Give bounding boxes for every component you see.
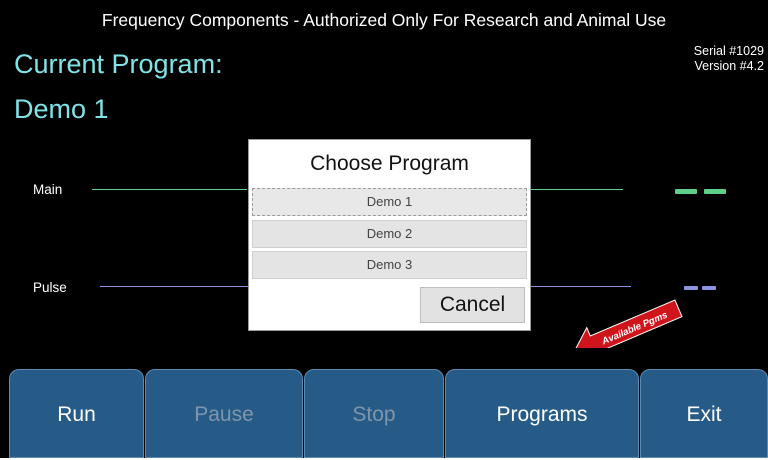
pause-button[interactable]: Pause <box>145 369 303 458</box>
choose-program-dialog: Choose Program Demo 1 Demo 2 Demo 3 Canc… <box>248 139 531 331</box>
device-info: Serial #1029 Version #4.2 <box>694 44 764 74</box>
pulse-line-left <box>100 286 248 287</box>
program-option-demo-1[interactable]: Demo 1 <box>252 188 527 216</box>
main-indicator-dash <box>675 189 697 194</box>
pulse-line-right <box>531 286 631 287</box>
version-number: Version #4.2 <box>694 59 765 73</box>
run-button[interactable]: Run <box>9 369 144 458</box>
stop-button[interactable]: Stop <box>304 369 444 458</box>
main-screen: Frequency Components - Authorized Only F… <box>0 0 768 458</box>
channel-label-main: Main <box>33 182 63 197</box>
banner-title: Frequency Components - Authorized Only F… <box>101 10 667 30</box>
main-line-left <box>92 189 247 190</box>
serial-number: Serial #1029 <box>693 44 764 58</box>
pulse-indicator-dash <box>702 286 716 290</box>
current-program-label: Current Program: <box>14 49 223 79</box>
exit-button[interactable]: Exit <box>640 369 768 458</box>
channel-label-pulse: Pulse <box>33 280 67 295</box>
available-programs-arrow-icon: Available Pgms <box>572 299 683 348</box>
dialog-title: Choose Program <box>310 152 469 175</box>
cancel-button[interactable]: Cancel <box>420 287 525 323</box>
main-line-right <box>531 189 623 190</box>
program-option-demo-3[interactable]: Demo 3 <box>252 251 527 279</box>
programs-button[interactable]: Programs <box>445 369 639 458</box>
current-program-name: Demo 1 <box>14 94 109 124</box>
program-option-demo-2[interactable]: Demo 2 <box>252 220 527 248</box>
main-indicator-dash <box>704 189 726 194</box>
